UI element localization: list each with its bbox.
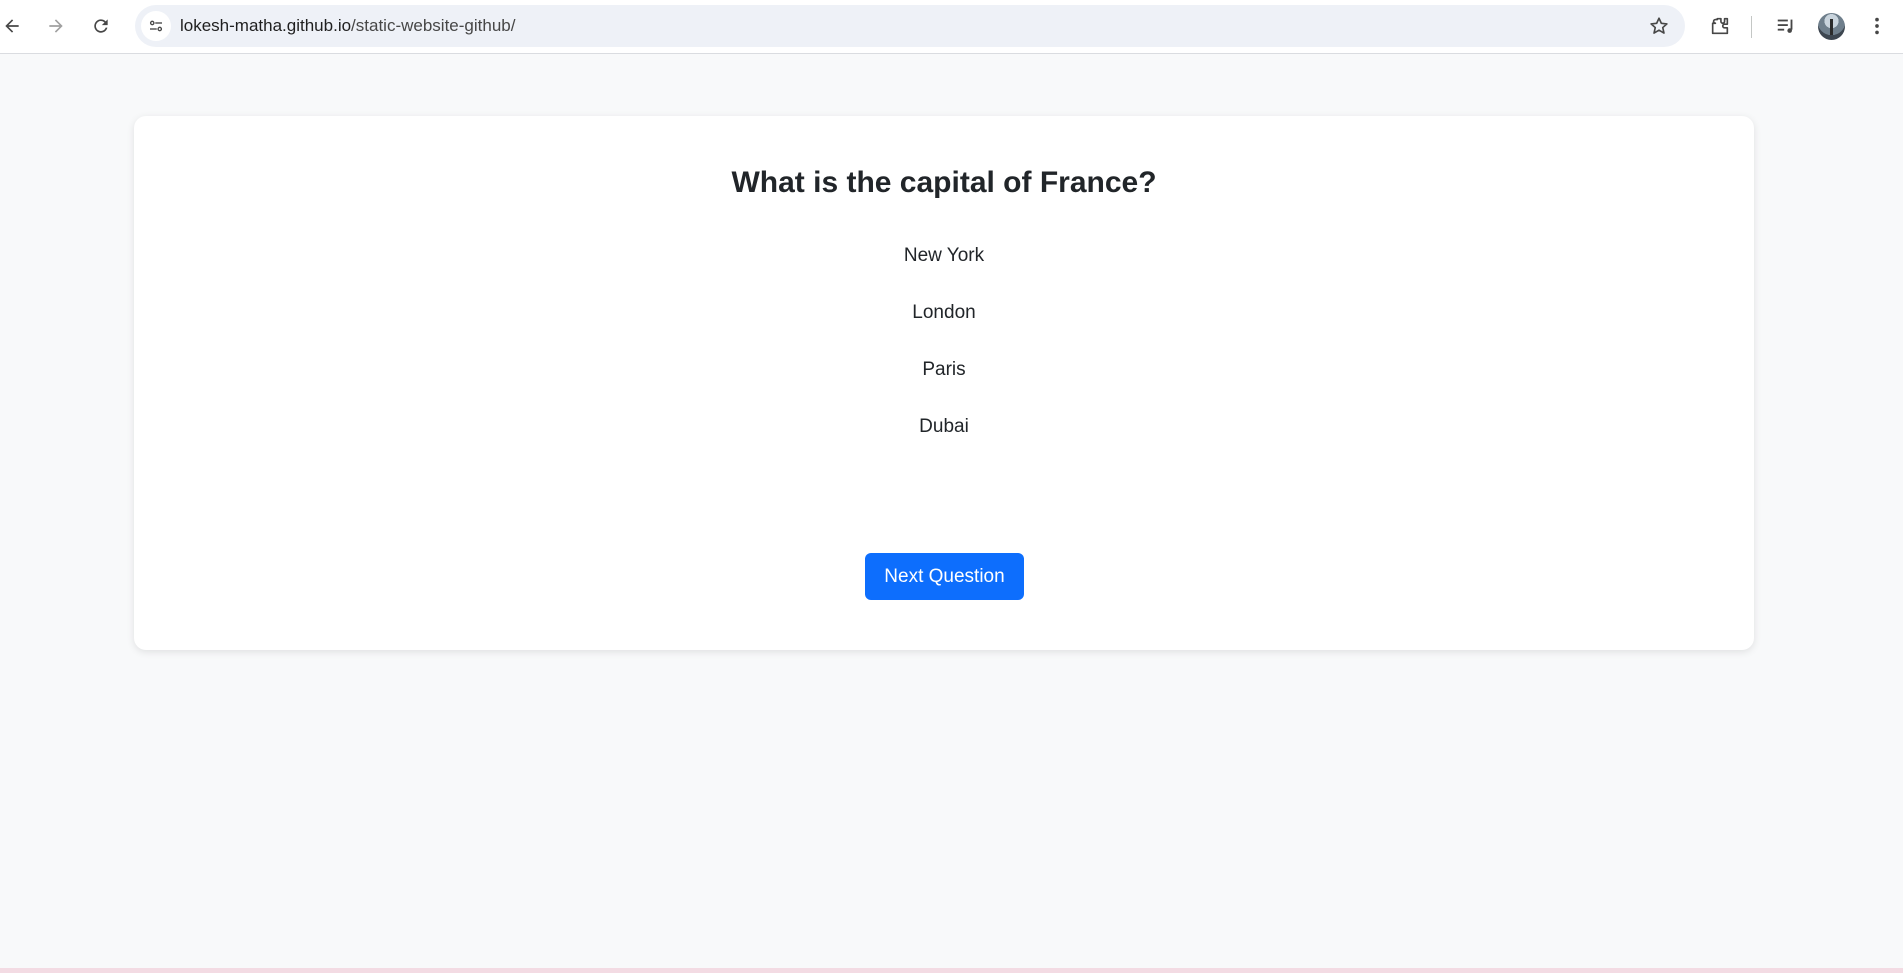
profile-avatar[interactable] bbox=[1818, 13, 1845, 40]
address-bar[interactable]: lokesh-matha.github.io/static-website-gi… bbox=[135, 5, 1685, 47]
quiz-card: What is the capital of France? New York … bbox=[134, 116, 1754, 650]
forward-arrow-icon[interactable] bbox=[40, 10, 72, 42]
media-controls-icon[interactable] bbox=[1772, 12, 1800, 40]
url-text[interactable]: lokesh-matha.github.io/static-website-gi… bbox=[180, 5, 515, 47]
more-menu-icon[interactable] bbox=[1863, 12, 1891, 40]
toolbar-divider bbox=[1751, 16, 1752, 38]
reload-icon[interactable] bbox=[85, 10, 117, 42]
question-title: What is the capital of France? bbox=[731, 166, 1157, 199]
answer-option[interactable]: Dubai bbox=[844, 392, 1044, 462]
url-path: /static-website-github/ bbox=[351, 16, 516, 35]
back-arrow-icon[interactable] bbox=[0, 10, 28, 42]
browser-toolbar: lokesh-matha.github.io/static-website-gi… bbox=[0, 0, 1903, 54]
extensions-icon[interactable] bbox=[1706, 12, 1734, 40]
bookmark-star-icon[interactable] bbox=[1647, 14, 1671, 38]
next-question-button[interactable]: Next Question bbox=[865, 553, 1024, 600]
bottom-edge bbox=[0, 968, 1903, 973]
url-host: lokesh-matha.github.io bbox=[180, 16, 352, 35]
site-info-icon[interactable] bbox=[141, 11, 171, 41]
answer-options: New York London Paris Dubai bbox=[134, 243, 1754, 462]
